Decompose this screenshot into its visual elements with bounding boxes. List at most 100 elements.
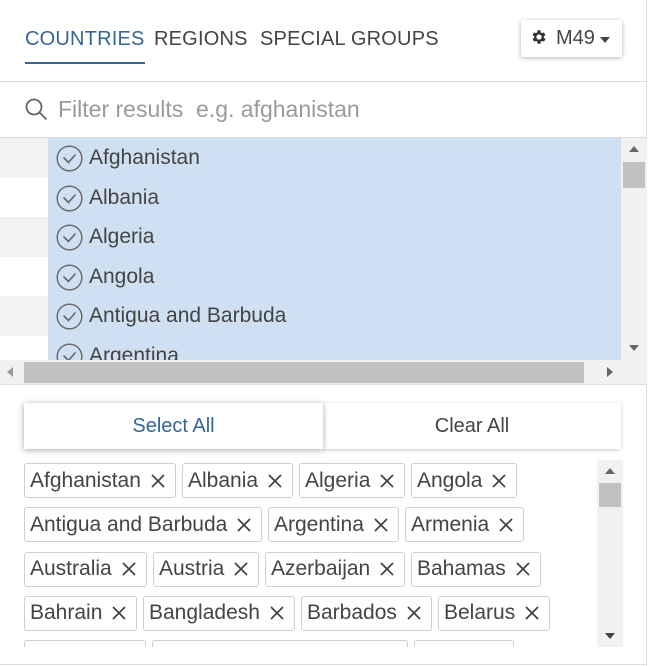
chip-label: Argentina [274, 512, 364, 536]
close-icon[interactable] [407, 606, 421, 620]
check-circle-icon[interactable] [56, 303, 83, 330]
close-icon[interactable] [492, 474, 506, 488]
close-icon[interactable] [151, 474, 165, 488]
chip-label: Bangladesh [149, 601, 260, 625]
chip-label: Bahamas [417, 557, 506, 581]
selected-chip: Bahrain [24, 595, 138, 631]
list-item[interactable]: Argentina [0, 335, 621, 361]
chip-label: Bahrain [30, 601, 103, 625]
list-item-label: Algeria [89, 225, 155, 248]
row-stripe [0, 335, 48, 360]
selected-chip: Australia [24, 551, 147, 587]
classification-dropdown[interactable]: M49 [521, 20, 622, 57]
scroll-up-icon[interactable] [629, 146, 639, 152]
filter-input[interactable] [58, 92, 618, 126]
country-selector-panel: COUNTRIES REGIONS SPECIAL GROUPS M49 Afg… [0, 0, 647, 666]
chip-label: Antigua and Barbuda [30, 512, 228, 536]
selected-chip: Barbados [301, 595, 432, 631]
close-icon[interactable] [525, 606, 539, 620]
chip-label: Algeria [305, 468, 371, 492]
list-item[interactable]: Albania [0, 177, 621, 217]
selected-chip [414, 640, 514, 647]
tab-countries[interactable]: COUNTRIES [25, 28, 145, 64]
scroll-up-icon[interactable] [605, 468, 615, 474]
close-icon[interactable] [270, 606, 284, 620]
scroll-right-icon[interactable] [607, 367, 613, 377]
classification-label: M49 [556, 27, 595, 49]
selected-chip [24, 640, 146, 647]
row-stripe [0, 177, 48, 217]
list-item[interactable]: Antigua and Barbuda [0, 296, 621, 336]
chips-vertical-scrollbar[interactable] [597, 460, 623, 647]
chip-label: Afghanistan [30, 468, 141, 492]
row-stripe [0, 296, 48, 336]
chip-label: Austria [159, 557, 225, 581]
list-item-label: Argentina [89, 343, 179, 361]
chip-label: Australia [30, 557, 112, 581]
selected-chip [152, 640, 408, 647]
check-circle-icon[interactable] [56, 263, 83, 291]
selected-chip: Algeria [299, 463, 406, 498]
close-icon[interactable] [380, 474, 394, 488]
list-item-label: Antigua and Barbuda [89, 304, 287, 327]
list-horizontal-scrollbar[interactable] [0, 360, 621, 385]
list-item[interactable]: Algeria [0, 217, 621, 257]
chip-label: Albania [188, 468, 259, 492]
chip-label: Azerbaijan [271, 557, 371, 581]
close-icon[interactable] [516, 562, 530, 576]
list-vertical-scrollbar[interactable] [621, 138, 647, 360]
chip-label: Armenia [411, 512, 490, 536]
divider [0, 664, 647, 665]
close-icon[interactable] [237, 518, 251, 532]
list-item-label: Albania [89, 185, 160, 209]
country-list: Afghanistan Albania Algeria Angola Antigua a… [0, 138, 621, 360]
list-item[interactable]: Angola [0, 256, 621, 296]
selected-chip: Angola [411, 463, 518, 498]
scrollbar-corner [621, 360, 647, 385]
close-icon[interactable] [234, 562, 248, 576]
close-icon[interactable] [268, 474, 282, 488]
chip-label: Belarus [444, 601, 516, 625]
list-item[interactable]: Afghanistan [0, 138, 621, 178]
close-icon[interactable] [499, 518, 513, 532]
bulk-actions: Select All Clear All [24, 403, 621, 449]
selected-chip: Bahamas [411, 551, 541, 587]
row-stripe [0, 217, 48, 257]
chip-label: Angola [417, 468, 483, 492]
selected-chip: Belarus [438, 595, 551, 631]
selected-chip: Argentina [268, 507, 399, 543]
selected-chip: Afghanistan [24, 463, 176, 498]
scroll-thumb-horizontal[interactable] [24, 362, 584, 383]
close-icon[interactable] [122, 562, 136, 576]
scroll-down-icon[interactable] [605, 633, 615, 639]
selected-chip: Azerbaijan [265, 551, 406, 587]
check-circle-icon[interactable] [56, 184, 83, 212]
scroll-left-icon[interactable] [7, 367, 13, 377]
list-item-label: Angola [89, 264, 155, 288]
gear-icon [532, 29, 546, 44]
scroll-thumb[interactable] [623, 162, 645, 188]
scroll-thumb[interactable] [599, 483, 621, 507]
clear-all-button[interactable]: Clear All [323, 403, 621, 449]
list-item-label: Afghanistan [89, 146, 200, 169]
search-icon [25, 98, 47, 120]
chip-label: Barbados [307, 601, 397, 625]
close-icon[interactable] [374, 518, 388, 532]
selected-chip: Armenia [405, 507, 525, 543]
selected-chip: Austria [153, 551, 260, 587]
check-circle-icon[interactable] [56, 343, 83, 361]
tab-special-groups[interactable]: SPECIAL GROUPS [260, 28, 439, 51]
check-circle-icon[interactable] [56, 224, 83, 251]
filter-bar [0, 82, 647, 138]
selected-chip: Bangladesh [143, 595, 295, 631]
tab-regions[interactable]: REGIONS [154, 28, 248, 51]
selected-chips: Afghanistan Albania Algeria Angola Antigua a… [0, 460, 597, 647]
tab-bar: COUNTRIES REGIONS SPECIAL GROUPS M49 [0, 0, 647, 82]
close-icon[interactable] [380, 562, 394, 576]
select-all-button[interactable]: Select All [24, 403, 323, 449]
scroll-down-icon[interactable] [629, 345, 639, 351]
selected-chip: Antigua and Barbuda [24, 507, 263, 543]
selected-chip: Albania [182, 463, 294, 498]
close-icon[interactable] [112, 606, 126, 620]
check-circle-icon[interactable] [56, 145, 83, 172]
